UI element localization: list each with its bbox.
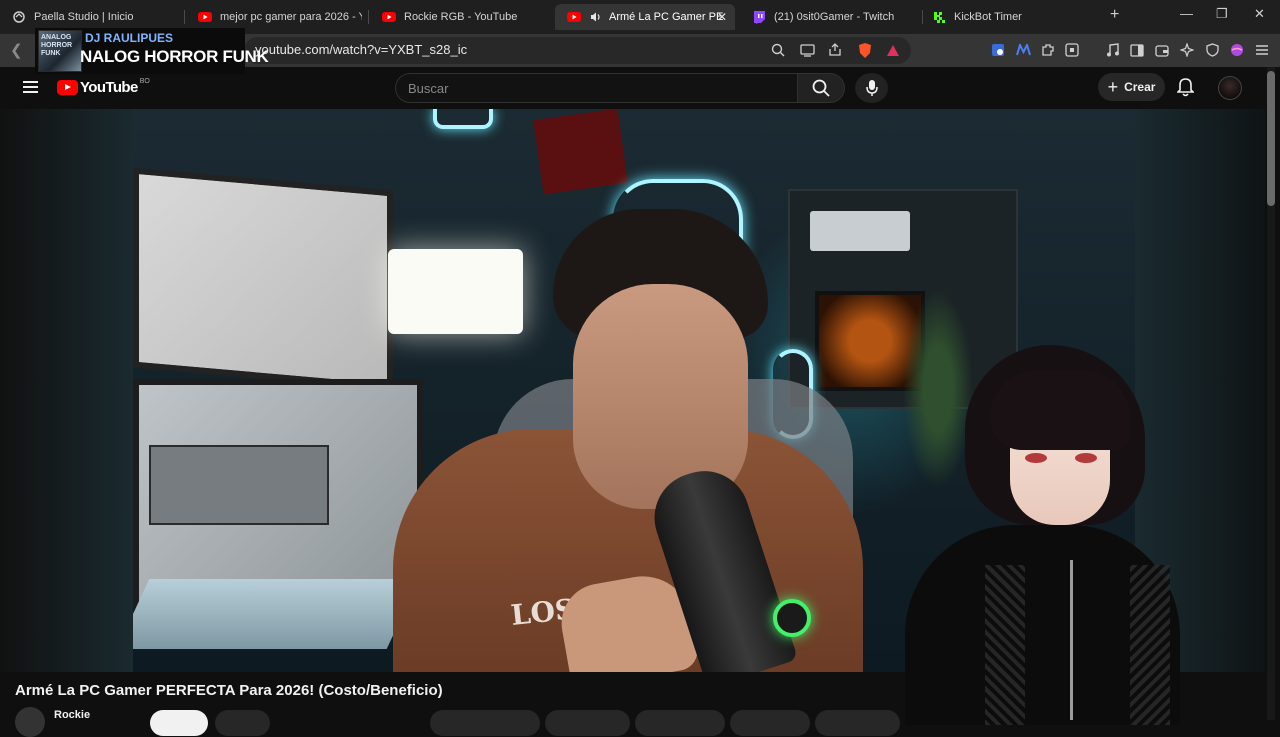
youtube-play-icon xyxy=(57,80,78,95)
brave-rewards-icon[interactable] xyxy=(885,42,901,58)
tab-mejor-pc-gamer[interactable]: mejor pc gamer para 2026 - YouTube xyxy=(186,4,364,30)
tab-rockie-rgb[interactable]: Rockie RGB - YouTube xyxy=(370,4,550,30)
microphone-led-ring xyxy=(773,599,811,637)
channel-avatar[interactable] xyxy=(15,707,45,737)
tab-kickbot-timer[interactable]: KickBot Timer xyxy=(920,4,1100,30)
close-window-button[interactable]: ✕ xyxy=(1254,6,1265,22)
plus-icon: + xyxy=(1107,76,1119,97)
microphone-icon xyxy=(865,80,878,96)
menu-icon[interactable] xyxy=(1254,42,1270,58)
tab-label: (21) 0sit0Gamer - Twitch xyxy=(774,11,895,23)
extension-shield-icon[interactable] xyxy=(990,42,1006,58)
share-icon[interactable] xyxy=(827,42,843,58)
player-backdrop-left xyxy=(0,109,133,672)
youtube-icon xyxy=(567,10,581,24)
screenshot-icon[interactable] xyxy=(1064,42,1080,58)
hamburger-menu-icon[interactable] xyxy=(23,81,38,93)
extensions-puzzle-icon[interactable] xyxy=(1040,42,1056,58)
youtube-icon xyxy=(198,10,212,24)
overlay-song-title: NALOG HORROR FUNK xyxy=(80,47,269,66)
profile-icon[interactable] xyxy=(1229,42,1245,58)
youtube-icon xyxy=(382,10,396,24)
wall-decor xyxy=(533,109,628,195)
vtuber-avatar-overlay xyxy=(905,335,1180,725)
close-tab-icon[interactable]: ✕ xyxy=(717,10,727,24)
restore-window-button[interactable]: ❐ xyxy=(1216,6,1228,22)
subscribe-button[interactable] xyxy=(150,710,208,736)
share-button[interactable] xyxy=(545,710,630,736)
light-panel xyxy=(388,249,523,334)
speaker-icon[interactable] xyxy=(589,10,603,24)
search-icon xyxy=(812,79,830,97)
new-tab-button[interactable]: + xyxy=(1110,6,1119,24)
extension-m-icon[interactable] xyxy=(1015,42,1031,58)
video-title: Armé La PC Gamer PERFECTA Para 2026! (Co… xyxy=(15,682,443,699)
tab-label: KickBot Timer xyxy=(954,11,1022,23)
tab-arme-la-pc-gamer[interactable]: Armé La PC Gamer PERFECTA ✕ xyxy=(555,4,735,30)
like-button[interactable] xyxy=(430,710,540,736)
search-input[interactable]: Buscar xyxy=(395,73,798,103)
minimize-window-button[interactable]: — xyxy=(1180,6,1193,21)
overlay-artist: DJ RAULIPUES xyxy=(85,31,174,45)
vpn-icon[interactable] xyxy=(1204,42,1220,58)
search-button[interactable] xyxy=(797,73,845,103)
page-scrollbar-thumb[interactable] xyxy=(1267,71,1275,206)
monitor-bottom xyxy=(133,379,423,609)
brave-shield-icon[interactable] xyxy=(857,42,873,58)
create-label: Crear xyxy=(1124,80,1156,94)
cast-icon[interactable] xyxy=(799,42,815,58)
notify-button[interactable] xyxy=(215,710,270,736)
leo-ai-icon[interactable] xyxy=(1179,42,1195,58)
stream-overlay-now-playing: ANALOG HORROR FUNK DJ RAULIPUES NALOG HO… xyxy=(35,28,269,74)
album-art: ANALOG HORROR FUNK xyxy=(38,30,82,72)
youtube-logo-text: YouTube xyxy=(80,79,138,96)
sidebar-icon[interactable] xyxy=(1129,42,1145,58)
notifications-bell-icon[interactable] xyxy=(1176,78,1195,102)
voice-search-button[interactable] xyxy=(855,73,888,103)
account-avatar[interactable] xyxy=(1218,76,1242,100)
paella-icon xyxy=(12,10,26,24)
channel-name[interactable]: Rockie xyxy=(54,709,90,721)
back-button[interactable]: ❮ xyxy=(10,41,23,59)
download-button[interactable] xyxy=(635,710,725,736)
create-button[interactable]: + Crear xyxy=(1098,73,1165,101)
tab-label: Paella Studio | Inicio xyxy=(34,11,134,23)
tab-twitch[interactable]: (21) 0sit0Gamer - Twitch xyxy=(740,4,920,30)
url-text[interactable]: youtube.com/watch?v=YXBT_s28_ic xyxy=(255,42,467,57)
clip-button[interactable] xyxy=(730,710,810,736)
monitor-top xyxy=(133,167,393,391)
country-code: BO xyxy=(139,78,150,85)
search-placeholder: Buscar xyxy=(408,81,449,96)
tab-label: Armé La PC Gamer PERFECTA xyxy=(609,11,724,23)
neon-light xyxy=(433,109,493,129)
tab-label: Rockie RGB - YouTube xyxy=(404,11,518,23)
tab-paella-studio[interactable]: Paella Studio | Inicio xyxy=(0,4,182,30)
zoom-icon[interactable] xyxy=(770,42,786,58)
youtube-logo[interactable]: YouTube BO xyxy=(57,78,150,96)
keyboard xyxy=(133,579,420,649)
wallet-icon[interactable] xyxy=(1154,42,1170,58)
kick-icon xyxy=(932,10,946,24)
twitch-icon xyxy=(752,10,766,24)
save-button[interactable] xyxy=(815,710,900,736)
tab-label: mejor pc gamer para 2026 - YouTube xyxy=(220,11,362,23)
media-music-icon[interactable] xyxy=(1104,42,1120,58)
